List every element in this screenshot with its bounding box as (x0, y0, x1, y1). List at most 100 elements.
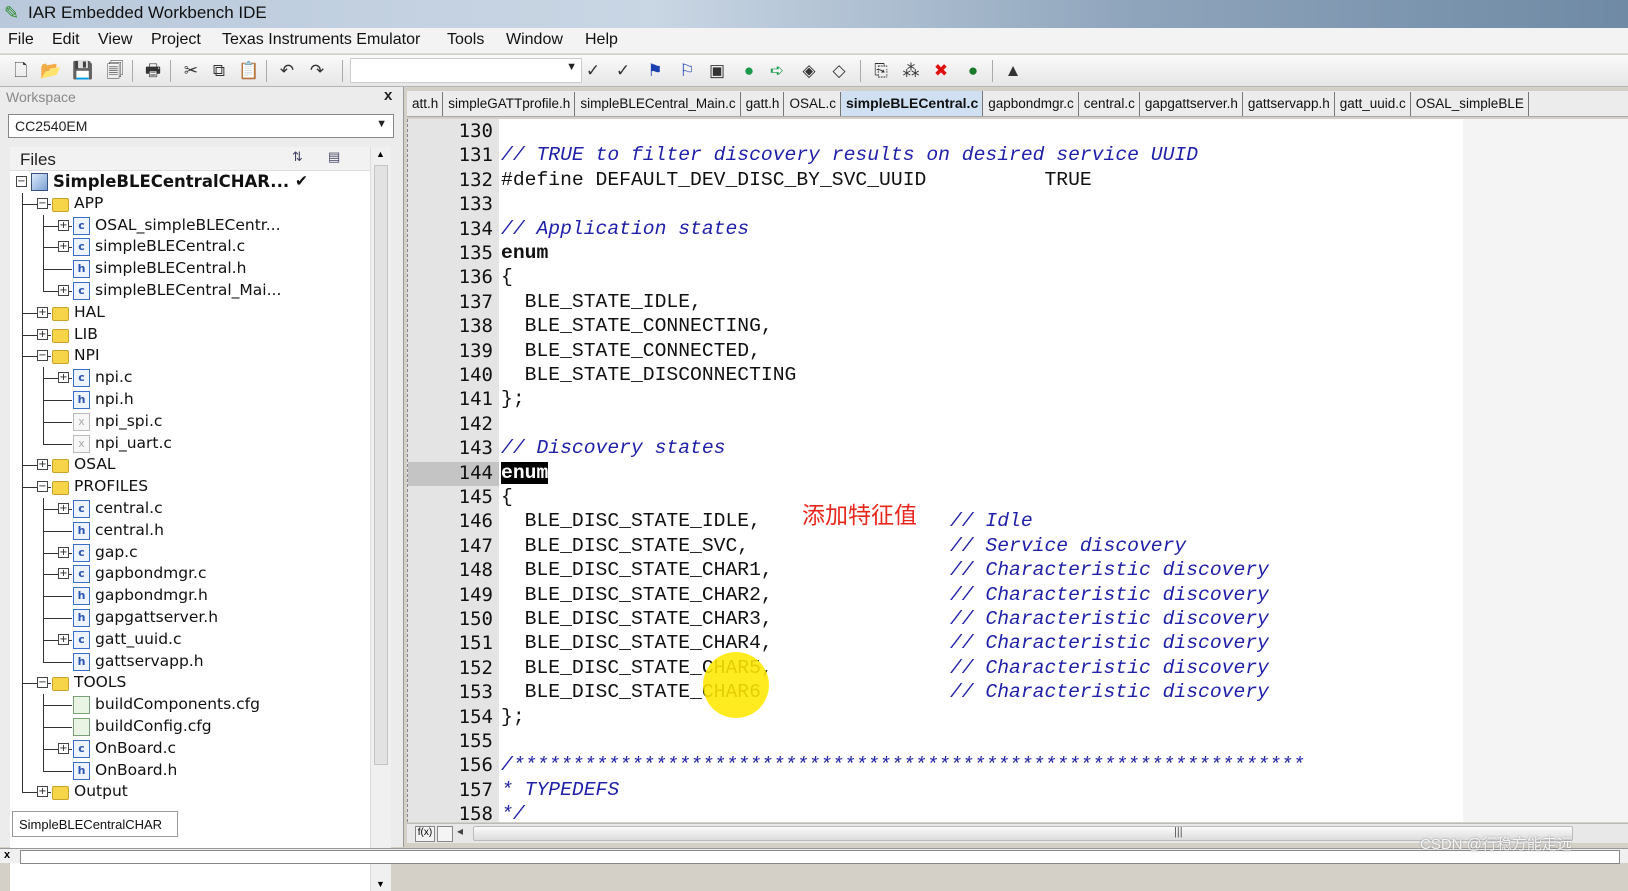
expand-icon[interactable]: + (58, 633, 69, 645)
expand-icon[interactable]: + (58, 546, 69, 558)
expand-icon[interactable]: + (37, 306, 48, 318)
tree-item[interactable]: h npi.h (10, 389, 370, 411)
tree-item[interactable]: + c OSAL_simpleBLECentr... (10, 214, 370, 237)
code-line[interactable]: enum (501, 242, 548, 264)
code-line[interactable]: BLE_DISC_STATE_CHAR3, // Characteristic … (501, 608, 1269, 630)
tree-item[interactable]: + c OnBoard.c (10, 737, 370, 760)
tab-att-h[interactable]: att.h (407, 92, 444, 116)
expand-icon[interactable]: + (58, 568, 69, 580)
tab-simplegattprofile-h[interactable]: simpleGATTprofile.h (443, 92, 576, 116)
code-line[interactable]: { (501, 266, 513, 288)
collapse-icon[interactable]: − (37, 350, 48, 362)
collapse-icon[interactable]: − (37, 481, 48, 493)
menu-view[interactable]: View (98, 31, 132, 49)
code-line[interactable]: enum (501, 461, 549, 484)
tree-item[interactable]: − NPI (10, 345, 370, 368)
tab-osal-simpleble[interactable]: OSAL_simpleBLE (1411, 92, 1529, 116)
code-line[interactable]: BLE_DISC_STATE_CHAR1, // Characteristic … (501, 559, 1269, 581)
tree-item[interactable]: buildConfig.cfg (10, 716, 370, 738)
compile-icon[interactable]: ◇ (828, 60, 850, 82)
tree-item[interactable]: − APP (10, 192, 370, 215)
breakpoint-icon[interactable]: ✖ (930, 60, 952, 82)
expand-icon[interactable]: + (37, 328, 48, 340)
tree-item[interactable]: + HAL (10, 301, 370, 324)
collapse-icon[interactable]: − (37, 197, 48, 209)
code-line[interactable]: // Discovery states (501, 437, 725, 459)
collapse-icon[interactable]: − (37, 677, 48, 689)
undo-icon[interactable]: ↶ (276, 60, 298, 82)
save-icon[interactable]: 💾 (72, 60, 94, 82)
tab-gapgattserver-h[interactable]: gapgattserver.h (1140, 92, 1243, 116)
tree-item[interactable]: x npi_spi.c (10, 410, 370, 433)
chevron-down-icon[interactable]: ▼ (566, 61, 577, 73)
code-line[interactable]: BLE_STATE_CONNECTING, (501, 315, 773, 337)
code-line[interactable]: BLE_STATE_CONNECTED, (501, 340, 761, 362)
cut-icon[interactable]: ✂ (180, 60, 202, 82)
chevron-down-icon[interactable]: ▼ (376, 118, 387, 130)
tree-item[interactable]: + c gap.c (10, 541, 370, 564)
scroll-thumb[interactable] (374, 165, 388, 765)
tab-gapbondmgr-c[interactable]: gapbondmgr.c (983, 92, 1079, 116)
code-line[interactable]: BLE_STATE_DISCONNECTING (501, 364, 797, 386)
stop-build-icon[interactable]: ⁂ (900, 60, 922, 82)
code-line[interactable]: { (501, 486, 513, 508)
redo-icon[interactable]: ↷ (306, 60, 328, 82)
code-line[interactable]: BLE_DISC_STATE_CHAR4, // Characteristic … (501, 632, 1269, 654)
make-icon[interactable]: ⎘ (870, 60, 892, 82)
code-line[interactable]: BLE_DISC_STATE_CHAR5, // Characteristic … (501, 657, 1269, 679)
sort-icon[interactable]: ⇅ (292, 149, 303, 165)
menu-tools[interactable]: Tools (447, 31, 484, 49)
debug-no-download-icon[interactable]: ▲ (1002, 60, 1024, 82)
tab-osal-c[interactable]: OSAL.c (784, 92, 841, 116)
tree-item[interactable]: − PROFILES (10, 476, 370, 499)
code-line[interactable]: #define DEFAULT_DEV_DISC_BY_SVC_UUID TRU… (501, 169, 1092, 191)
scroll-thumb[interactable]: ||| (473, 826, 1573, 841)
tree-item[interactable]: + c central.c (10, 498, 370, 520)
tree-item[interactable]: + c gapbondmgr.c (10, 563, 370, 586)
menu-help[interactable]: Help (585, 31, 618, 49)
close-icon[interactable]: x (4, 849, 10, 861)
step-icon[interactable]: ● (738, 60, 760, 82)
code-line[interactable]: BLE_DISC_STATE_CHAR2, // Characteristic … (501, 584, 1269, 606)
build-status-icon[interactable]: ▤ (328, 149, 340, 165)
expand-icon[interactable]: + (58, 372, 69, 384)
tree-scrollbar[interactable]: ▲ ▼ (370, 147, 391, 891)
tree-item[interactable]: h simpleBLECentral.h (10, 258, 370, 281)
tree-item[interactable]: buildComponents.cfg (10, 694, 370, 717)
scroll-up-icon[interactable]: ▲ (376, 149, 385, 159)
tab-simpleblecentral-main-c[interactable]: simpleBLECentral_Main.c (575, 92, 741, 116)
code-line[interactable]: // TRUE to filter discovery results on d… (501, 144, 1198, 166)
paste-icon[interactable]: 📋 (238, 60, 260, 82)
tab-central-c[interactable]: central.c (1079, 92, 1140, 116)
tree-item[interactable]: x npi_uart.c (10, 432, 370, 455)
code-line[interactable]: BLE_DISC_STATE_IDLE, // Idle (501, 510, 1033, 532)
code-line[interactable]: /***************************************… (501, 754, 1304, 776)
find-combo[interactable]: ▼ (350, 58, 582, 83)
expand-icon[interactable]: + (37, 459, 48, 471)
save-all-icon[interactable]: 🗐 (104, 60, 126, 82)
menu-window[interactable]: Window (506, 31, 563, 49)
expand-icon[interactable]: + (58, 241, 69, 253)
tree-item[interactable]: − SimpleBLECentralCHAR... ✔ (10, 171, 370, 193)
menu-file[interactable]: File (8, 31, 34, 49)
new-file-icon[interactable]: 🗋 (10, 60, 32, 82)
tree-item[interactable]: − TOOLS (10, 672, 370, 695)
menu-texas-instruments-emulator[interactable]: Texas Instruments Emulator (222, 31, 420, 49)
code-line[interactable]: */ (501, 803, 525, 825)
copy-icon[interactable]: ⧉ (208, 60, 230, 82)
tree-item[interactable]: + c simpleBLECentral_Mai... (10, 280, 370, 302)
toggle-breakpoint-icon[interactable]: ⚑ (644, 60, 666, 82)
expand-icon[interactable]: + (58, 503, 69, 514)
tree-item[interactable]: + c gatt_uuid.c (10, 628, 370, 651)
tree-item[interactable]: + Output (10, 781, 370, 803)
step-over-icon[interactable]: ➪ (766, 60, 788, 82)
expand-icon[interactable]: + (58, 742, 69, 754)
workspace-tab[interactable]: SimpleBLECentralCHAR (12, 811, 178, 837)
code-line[interactable]: BLE_STATE_IDLE, (501, 291, 702, 313)
tree-item[interactable]: + c npi.c (10, 367, 370, 390)
tree-item[interactable]: h central.h (10, 519, 370, 542)
bookmark-next-icon[interactable]: ✓ (612, 60, 634, 82)
tree-item[interactable]: + c simpleBLECentral.c (10, 236, 370, 259)
scroll-down-icon[interactable]: ▼ (376, 879, 385, 889)
tree-item[interactable]: h gapgattserver.h (10, 607, 370, 629)
